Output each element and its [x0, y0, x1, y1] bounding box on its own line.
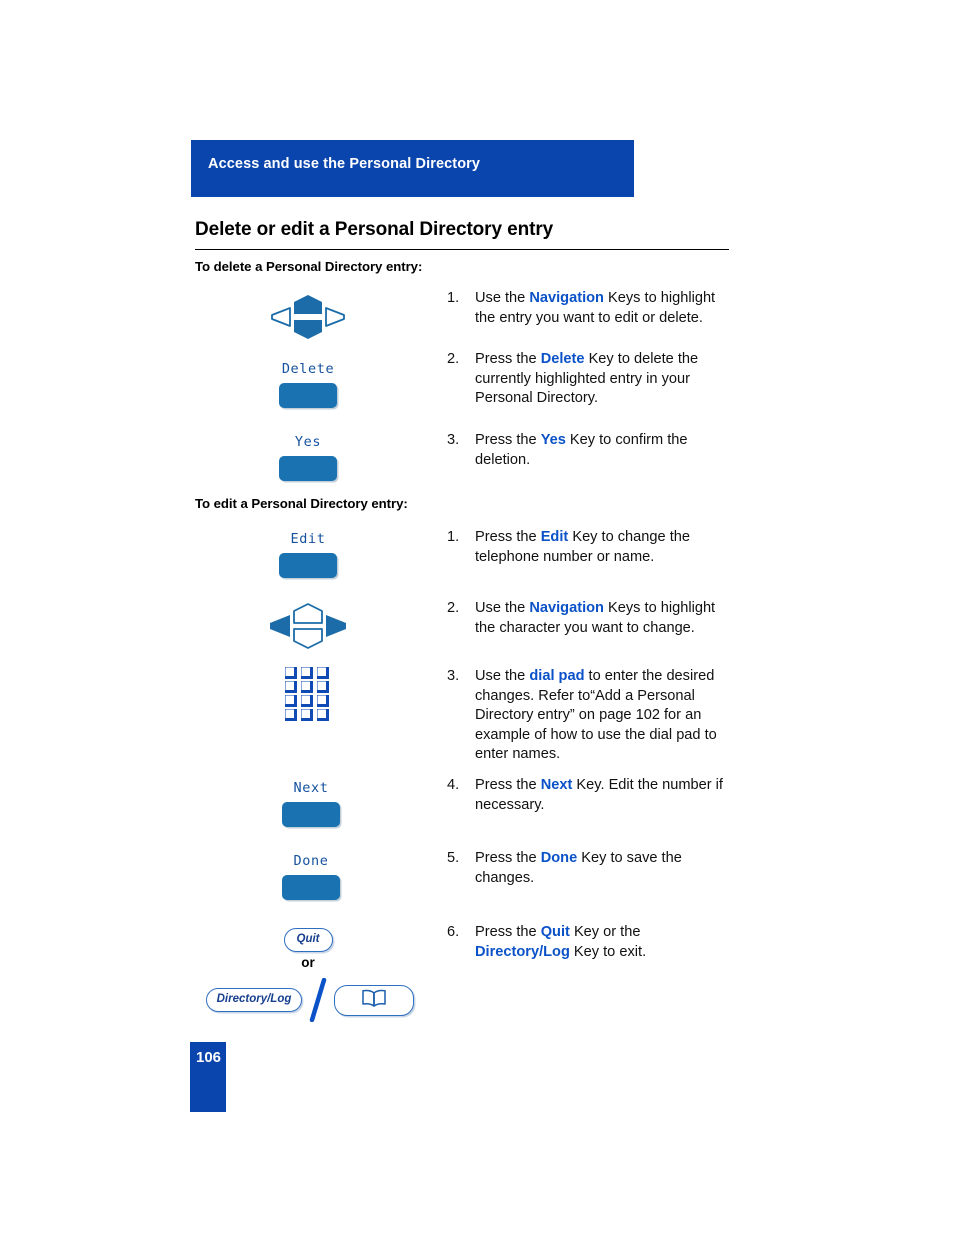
dial-pad-icon: [285, 667, 329, 721]
navigation-keys-leftright-icon: [270, 603, 346, 649]
softkey-delete-illustration: Delete: [262, 361, 354, 408]
softkey-done-illustration: Done: [265, 853, 357, 900]
softkey-next-button[interactable]: [282, 802, 340, 827]
step-keyword: Yes: [540, 432, 566, 448]
step-number: 3.: [447, 432, 460, 448]
softkey-delete-label: Delete: [281, 361, 335, 377]
step-text-pre: Use the: [475, 600, 530, 616]
page-number: 106: [196, 1049, 222, 1066]
delete-step-3: 3. Press the Yes Key to confirm the dele…: [447, 431, 737, 470]
step-keyword: Next: [540, 777, 573, 793]
step-keyword: Quit: [540, 924, 570, 940]
step-number: 2.: [447, 600, 460, 616]
quit-key-button[interactable]: Quit: [283, 928, 333, 952]
softkey-yes-label: Yes: [294, 434, 322, 450]
directory-book-key-button[interactable]: [334, 984, 415, 1016]
step-text-post: Key or the: [569, 924, 641, 940]
dial-pad[interactable]: [285, 667, 331, 726]
step-text-pre: Press the: [475, 924, 541, 940]
page-number-block: 106: [190, 1042, 226, 1112]
step-keyword: Delete: [540, 351, 585, 367]
step-body: Use the Navigation Keys to highlight the…: [475, 289, 737, 328]
step-body: Press the Quit Key or the Directory/Log …: [475, 923, 737, 962]
step-body: Press the Edit Key to change the telepho…: [475, 528, 737, 567]
step-keyword-2: Directory/Log: [475, 943, 570, 960]
delete-step-1: 1. Use the Navigation Keys to highlight …: [447, 289, 737, 328]
navigation-keys-leftright-illustration: [260, 601, 356, 649]
step-keyword: Navigation: [529, 290, 604, 306]
softkey-next-illustration: Next: [265, 780, 357, 827]
heading-divider: [195, 249, 729, 250]
step-body: Use the dial pad to enter the desired ch…: [475, 667, 737, 765]
step-keyword: Navigation: [529, 600, 604, 616]
step-body: Press the Next Key. Edit the number if n…: [475, 776, 737, 815]
step-text-pre: Press the: [475, 432, 541, 448]
step-keyword: dial pad: [529, 668, 585, 684]
subheading-edit-entry: To edit a Personal Directory entry:: [195, 496, 408, 511]
step-number: 6.: [447, 924, 460, 940]
step-text-pre: Use the: [475, 668, 530, 684]
section-banner: Access and use the Personal Directory: [191, 140, 634, 197]
edit-step-5: 5. Press the Done Key to save the change…: [447, 849, 737, 888]
softkey-yes-illustration: Yes: [262, 434, 354, 481]
step-number: 5.: [447, 850, 460, 866]
subheading-delete-entry: To delete a Personal Directory entry:: [195, 259, 423, 274]
directory-book-icon: [362, 989, 387, 1007]
softkey-yes-button[interactable]: [279, 456, 337, 481]
or-label: or: [301, 955, 315, 970]
dial-pad-illustration: [285, 667, 331, 726]
directory-log-row: Directory/Log: [205, 978, 415, 1022]
step-body: Press the Delete Key to delete the curre…: [475, 350, 737, 409]
edit-step-2: 2. Use the Navigation Keys to highlight …: [447, 599, 737, 638]
step-text-pre: Use the: [475, 290, 530, 306]
directory-log-key-button[interactable]: Directory/Log: [205, 988, 303, 1012]
page-title-text: Delete or edit a Personal Directory entr…: [195, 219, 554, 240]
edit-step-3: 3. Use the dial pad to enter the desired…: [447, 667, 737, 765]
softkey-edit-label: Edit: [290, 531, 326, 547]
edit-step-4: 4. Press the Next Key. Edit the number i…: [447, 776, 737, 815]
or-slash-icon: [310, 978, 327, 1022]
step-number: 3.: [447, 668, 460, 684]
step-number: 1.: [447, 290, 460, 306]
quit-key-illustration: Quit: [248, 928, 368, 952]
navigation-cluster-updown[interactable]: [260, 292, 356, 340]
step-text-pre: Press the: [475, 777, 541, 793]
step-keyword: Edit: [540, 529, 569, 545]
softkey-done-button[interactable]: [282, 875, 340, 900]
step-keyword: Done: [540, 850, 578, 866]
step-text-post-2: Key to exit.: [569, 943, 647, 960]
edit-step-6: 6. Press the Quit Key or the Directory/L…: [447, 923, 737, 962]
navigation-cluster-leftright[interactable]: [260, 601, 356, 649]
step-number: 1.: [447, 529, 460, 545]
step-body: Press the Yes Key to confirm the deletio…: [475, 431, 737, 470]
step-text-pre: Press the: [475, 850, 541, 866]
navigation-keys-updown-icon: [271, 295, 345, 339]
step-number: 2.: [447, 351, 460, 367]
edit-step-1: 1. Press the Edit Key to change the tele…: [447, 528, 737, 567]
step-body: Press the Done Key to save the changes.: [475, 849, 737, 888]
softkey-next-label: Next: [293, 780, 329, 796]
step-body: Use the Navigation Keys to highlight the…: [475, 599, 737, 638]
page-title: Delete or edit a Personal Directory entr…: [195, 219, 729, 250]
step-text-pre: Press the: [475, 529, 541, 545]
step-number: 4.: [447, 777, 460, 793]
softkey-done-label: Done: [293, 853, 329, 869]
softkey-edit-button[interactable]: [279, 553, 337, 578]
section-banner-title: Access and use the Personal Directory: [208, 156, 481, 172]
softkey-edit-illustration: Edit: [262, 531, 354, 578]
delete-step-2: 2. Press the Delete Key to delete the cu…: [447, 350, 737, 409]
softkey-delete-button[interactable]: [279, 383, 337, 408]
step-text-pre: Press the: [475, 351, 541, 367]
navigation-keys-updown-illustration: [260, 292, 356, 340]
